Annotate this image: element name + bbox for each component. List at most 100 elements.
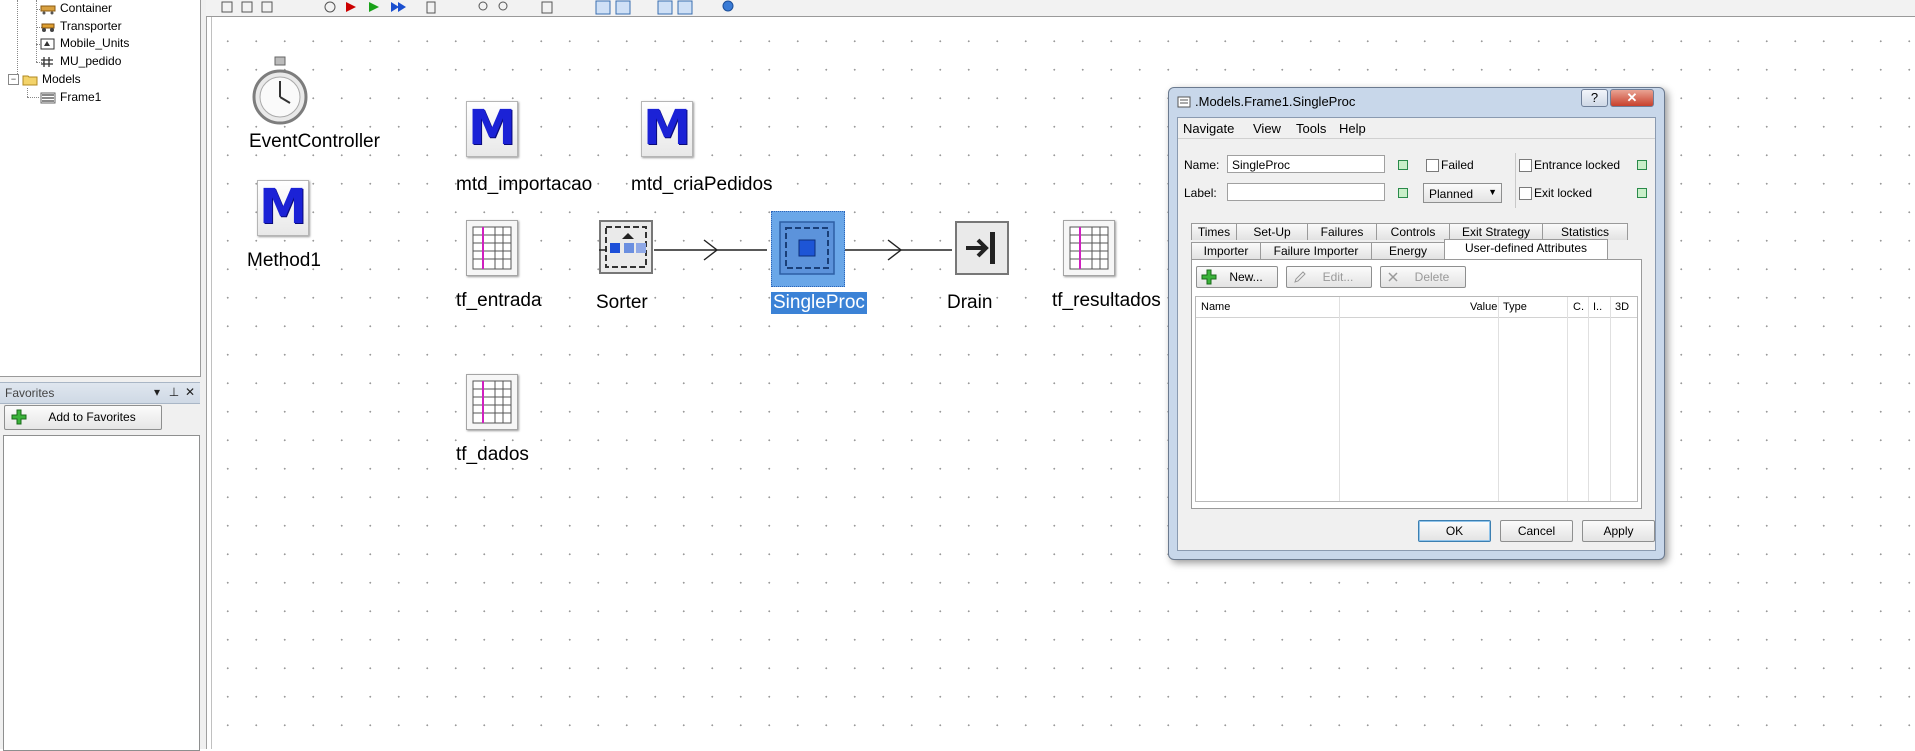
column-divider [1339,297,1340,501]
failed-label: Failed [1441,158,1474,172]
snap-tool-icon[interactable] [261,1,273,13]
timer-icon[interactable] [324,1,336,13]
dialog-title: .Models.Frame1.SingleProc [1195,94,1356,109]
object-label-eventcontroller: EventController [249,131,380,152]
mtd-criapedidos-icon[interactable]: M [641,100,693,157]
edit-button-label: Edit... [1322,270,1354,284]
left-panel: Container Transporter Mobile_Units MU_pe… [0,0,207,751]
tf-dados-table-icon[interactable] [466,374,518,430]
select-tool-icon[interactable] [595,0,611,15]
object-label-sorter: Sorter [596,292,648,313]
entrance-inherit-indicator[interactable] [1637,160,1647,170]
object-label-tf-resultados: tf_resultados [1052,290,1161,311]
tab-energy[interactable]: Energy [1371,242,1445,259]
tree-expander-models[interactable]: − [8,74,19,85]
column-header-3d[interactable]: 3D [1615,301,1629,313]
entrance-locked-checkbox[interactable] [1519,159,1532,172]
new-button-label: New... [1229,270,1263,284]
column-divider [1588,297,1589,501]
tree-item-transporter[interactable]: Transporter [40,18,122,35]
zoom-out-icon[interactable] [498,1,508,11]
name-inherit-indicator[interactable] [1398,160,1408,170]
pin-icon[interactable]: ⊥ [167,385,181,399]
column-header-c[interactable]: C. [1573,301,1584,313]
exit-locked-label: Exit locked [1534,186,1593,200]
help-button[interactable]: ? [1581,89,1608,107]
toolbar-icons [221,0,734,15]
menu-view[interactable]: View [1253,121,1281,136]
connect-tool-icon[interactable] [615,0,631,15]
apply-button[interactable]: Apply [1582,520,1655,542]
column-header-value[interactable]: Value [1470,301,1497,313]
tab-user-defined-attributes[interactable]: User-defined Attributes [1444,239,1608,259]
object-label-singleproc: SingleProc [771,292,867,314]
menu-navigate[interactable]: Navigate [1183,121,1234,136]
tree-item-mu-pedido[interactable]: MU_pedido [40,53,121,70]
tab-statistics[interactable]: Statistics [1542,223,1628,240]
column-header-type[interactable]: Type [1503,301,1527,313]
tree-item-mobile-units[interactable]: Mobile_Units [40,35,129,52]
event-controller-icon[interactable] [250,55,310,127]
tf-resultados-table-icon[interactable] [1063,220,1115,276]
divider [1515,153,1516,208]
label-field[interactable] [1227,183,1385,201]
grid-toggle-icon[interactable] [657,0,673,15]
name-field[interactable]: SingleProc [1227,155,1385,173]
layer-tool-icon[interactable] [241,1,253,13]
dialog-app-icon [1177,96,1191,108]
menu-tools[interactable]: Tools [1296,121,1326,136]
tab-failure-importer[interactable]: Failure Importer [1260,242,1372,259]
menu-help[interactable]: Help [1339,121,1366,136]
play-icon[interactable] [369,2,379,12]
page-icon[interactable] [541,1,553,14]
plus-icon [1201,269,1217,285]
tree-item-frame1[interactable]: Frame1 [40,89,101,106]
grid-tool-icon[interactable] [221,1,233,13]
tree-item-container[interactable]: Container [40,0,112,17]
dropdown-arrow-icon[interactable]: ▾ [150,385,164,399]
cancel-button[interactable]: Cancel [1500,520,1573,542]
edit-button[interactable]: Edit... [1286,266,1372,288]
class-library-tree[interactable]: Container Transporter Mobile_Units MU_pe… [0,0,201,377]
column-header-name[interactable]: Name [1201,301,1230,313]
drain-icon[interactable] [954,220,1010,276]
add-to-favorites-button[interactable]: Add to Favorites [4,405,162,430]
transporter-icon [41,23,55,32]
help-icon[interactable] [722,0,734,12]
fast-forward-icon[interactable] [391,2,406,12]
favorites-list[interactable] [3,435,200,751]
ok-button[interactable]: OK [1418,520,1491,542]
column-header-i[interactable]: I.. [1593,301,1602,313]
delete-button-label: Delete [1414,270,1450,284]
tab-exit-strategy[interactable]: Exit Strategy [1449,223,1543,240]
tab-importer[interactable]: Importer [1191,242,1261,259]
planned-select[interactable]: Planned ▼ [1423,183,1502,203]
label-inherit-indicator[interactable] [1398,188,1408,198]
tab-set-up[interactable]: Set-Up [1236,223,1308,240]
failed-checkbox[interactable] [1426,159,1439,172]
close-button[interactable]: ✕ [1610,89,1654,107]
method1-icon[interactable]: M [257,179,309,236]
exit-inherit-indicator[interactable] [1637,188,1647,198]
tab-times[interactable]: Times [1191,223,1237,240]
mtd-importacao-icon[interactable]: M [466,100,518,157]
attributes-table[interactable]: Name Value Type C. I.. 3D [1195,296,1638,502]
close-icon[interactable]: ✕ [183,385,197,399]
tree-item-models[interactable]: Models [22,71,81,88]
column-divider [1498,297,1499,501]
dialog-body: Navigate View Tools Help Name: SinglePro… [1177,117,1656,551]
stop-icon[interactable] [346,2,356,12]
new-button[interactable]: New... [1196,266,1278,288]
object-label-mtd-criapedidos: mtd_criaPedidos [631,174,773,195]
folder-icon [22,75,38,86]
tf-entrada-table-icon[interactable] [466,220,518,276]
delete-x-icon [1388,272,1398,282]
delete-button[interactable]: Delete [1380,266,1466,288]
route-tool-icon[interactable] [677,0,693,15]
tab-failures[interactable]: Failures [1307,223,1377,240]
singleproc-icon[interactable] [778,220,836,276]
exit-locked-checkbox[interactable] [1519,187,1532,200]
clipboard-icon[interactable] [426,1,436,14]
zoom-in-icon[interactable] [478,1,488,11]
tab-controls[interactable]: Controls [1376,223,1450,240]
